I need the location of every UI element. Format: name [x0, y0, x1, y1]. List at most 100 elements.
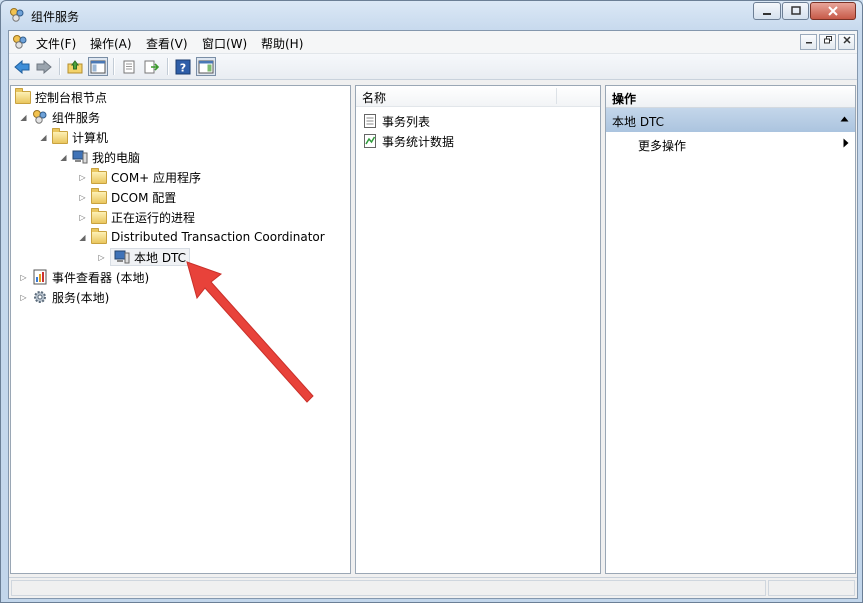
- tree-node-label: 服务(本地): [52, 290, 110, 305]
- close-button[interactable]: [810, 2, 856, 20]
- expand-arrow-icon[interactable]: ▷: [78, 193, 87, 202]
- computer-icon: [72, 149, 88, 165]
- component-services-icon: [10, 8, 24, 22]
- tree-node-label: DCOM 配置: [111, 190, 177, 205]
- tree-node-com-apps[interactable]: ▷ COM+ 应用程序: [78, 167, 202, 186]
- menu-file[interactable]: 文件(F): [36, 35, 76, 52]
- show-hide-action-pane-icon: [198, 60, 214, 73]
- minimize-button[interactable]: [753, 2, 781, 20]
- tree-node-my-computer[interactable]: ◢ 我的电脑: [59, 148, 140, 166]
- back-icon: [14, 59, 30, 74]
- tree-node-local-dtc[interactable]: ▷ 本地 DTC: [97, 248, 191, 266]
- mdi-restore-button[interactable]: [819, 34, 836, 50]
- status-panel-main: [11, 580, 766, 596]
- collapse-arrow-icon[interactable]: ◢: [39, 133, 48, 142]
- show-hide-tree-button[interactable]: [88, 57, 108, 76]
- properties-button[interactable]: [119, 57, 139, 76]
- component-services-icon: [32, 109, 48, 125]
- chart-icon: [362, 133, 378, 149]
- tree-node-label: 事件查看器 (本地): [52, 270, 150, 285]
- column-divider[interactable]: [556, 88, 557, 104]
- svg-text:?: ?: [180, 61, 186, 74]
- minimize-icon: [805, 42, 812, 44]
- tree-node-running-processes[interactable]: ▷ 正在运行的进程: [78, 207, 196, 226]
- folder-icon: [52, 127, 68, 145]
- tree-node-component-services[interactable]: ◢ 组件服务: [19, 108, 100, 126]
- list-item-transaction-list[interactable]: 事务列表: [362, 112, 430, 130]
- tree-node-label: 正在运行的进程: [111, 210, 196, 225]
- status-bar: [9, 577, 857, 598]
- tree-node-event-viewer[interactable]: ▷ 事件查看器 (本地): [19, 268, 149, 286]
- actions-section-label: 本地 DTC: [612, 115, 665, 129]
- up-one-level-button[interactable]: [65, 57, 85, 76]
- maximize-button[interactable]: [782, 2, 809, 20]
- gear-icon: [32, 289, 48, 305]
- collapse-arrow-icon[interactable]: ◢: [78, 233, 87, 242]
- show-hide-tree-icon: [90, 60, 106, 73]
- result-pane[interactable]: 名称 事务列表 事务统计数据: [355, 85, 601, 574]
- tree-node-dcom-config[interactable]: ▷ DCOM 配置: [78, 187, 177, 206]
- properties-icon: [123, 60, 135, 73]
- title-bar[interactable]: 组件服务: [1, 1, 862, 29]
- expand-arrow-icon[interactable]: ▷: [19, 273, 28, 282]
- actions-pane[interactable]: 操作 本地 DTC 更多操作: [605, 85, 856, 574]
- collapse-arrow-icon[interactable]: ◢: [19, 113, 28, 122]
- tree-node-label: 我的电脑: [92, 150, 141, 165]
- export-list-button[interactable]: [142, 57, 162, 76]
- collapse-up-icon[interactable]: [840, 116, 849, 122]
- tree-node-label: 本地 DTC: [134, 250, 187, 265]
- expand-arrow-icon[interactable]: ▷: [78, 213, 87, 222]
- mdi-minimize-button[interactable]: [800, 34, 817, 50]
- toolbar-separator: [167, 58, 169, 75]
- expand-arrow-icon[interactable]: ▷: [78, 173, 87, 182]
- mdi-close-button[interactable]: [838, 34, 855, 50]
- tree-node-dtc[interactable]: ◢ Distributed Transaction Coordinator: [78, 227, 325, 246]
- annotation-arrow: [186, 261, 314, 403]
- mmc-client-area: 文件(F) 操作(A) 查看(V) 窗口(W) 帮助(H) ? 控制台根节点 ◢…: [8, 30, 858, 599]
- more-actions-item[interactable]: 更多操作: [638, 137, 686, 154]
- event-viewer-icon: [32, 269, 48, 285]
- list-item-label: 事务列表: [382, 114, 431, 129]
- submenu-arrow-icon[interactable]: [843, 138, 849, 148]
- tree-node-label: 组件服务: [52, 110, 101, 125]
- folder-icon: [91, 207, 107, 225]
- forward-button[interactable]: [34, 57, 54, 76]
- console-tree-pane[interactable]: 控制台根节点 ◢ 组件服务 ◢ 计算机 ◢ 我的电脑 ▷ COM+ 应用程序 ▷…: [10, 85, 351, 574]
- window-title: 组件服务: [31, 10, 80, 24]
- actions-title: 操作: [612, 92, 637, 106]
- column-header-name[interactable]: 名称: [362, 89, 386, 106]
- collapse-arrow-icon[interactable]: ◢: [59, 153, 68, 162]
- tree-node-services[interactable]: ▷ 服务(本地): [19, 288, 109, 306]
- menu-help[interactable]: 帮助(H): [261, 35, 303, 52]
- close-icon: [828, 6, 838, 16]
- help-button[interactable]: ?: [173, 57, 193, 76]
- close-icon: [842, 36, 851, 44]
- tree-node-root[interactable]: 控制台根节点: [15, 87, 107, 106]
- folder-icon: [91, 227, 107, 245]
- tree-node-label: COM+ 应用程序: [111, 170, 202, 185]
- document-list-icon: [362, 113, 378, 129]
- up-folder-icon: [67, 59, 83, 73]
- dtc-computer-icon: [114, 249, 130, 265]
- expand-arrow-icon[interactable]: ▷: [97, 253, 106, 262]
- document-menu-icon[interactable]: [12, 34, 28, 50]
- menu-action[interactable]: 操作(A): [90, 35, 132, 52]
- minimize-icon: [763, 13, 771, 15]
- main-window: 组件服务 文件(F) 操作(A) 查看(V) 窗口(W) 帮助(H) ? 控制台…: [0, 0, 863, 603]
- list-item-label: 事务统计数据: [382, 134, 455, 149]
- expand-arrow-icon[interactable]: ▷: [19, 293, 28, 302]
- toolbar-separator: [113, 58, 115, 75]
- actions-section-local-dtc[interactable]: 本地 DTC: [606, 108, 855, 132]
- show-hide-action-pane-button[interactable]: [196, 57, 216, 76]
- tree-node-computers[interactable]: ◢ 计算机: [39, 127, 108, 146]
- export-list-icon: [144, 60, 160, 73]
- list-item-transaction-stats[interactable]: 事务统计数据: [362, 132, 454, 150]
- actions-header: 操作: [606, 86, 855, 108]
- folder-icon: [91, 167, 107, 185]
- annotation-arrow-shape: [186, 261, 314, 403]
- selected-node-highlight: 本地 DTC: [110, 248, 191, 266]
- menu-window[interactable]: 窗口(W): [202, 35, 247, 52]
- forward-icon: [36, 59, 52, 74]
- menu-view[interactable]: 查看(V): [146, 35, 188, 52]
- back-button[interactable]: [12, 57, 32, 76]
